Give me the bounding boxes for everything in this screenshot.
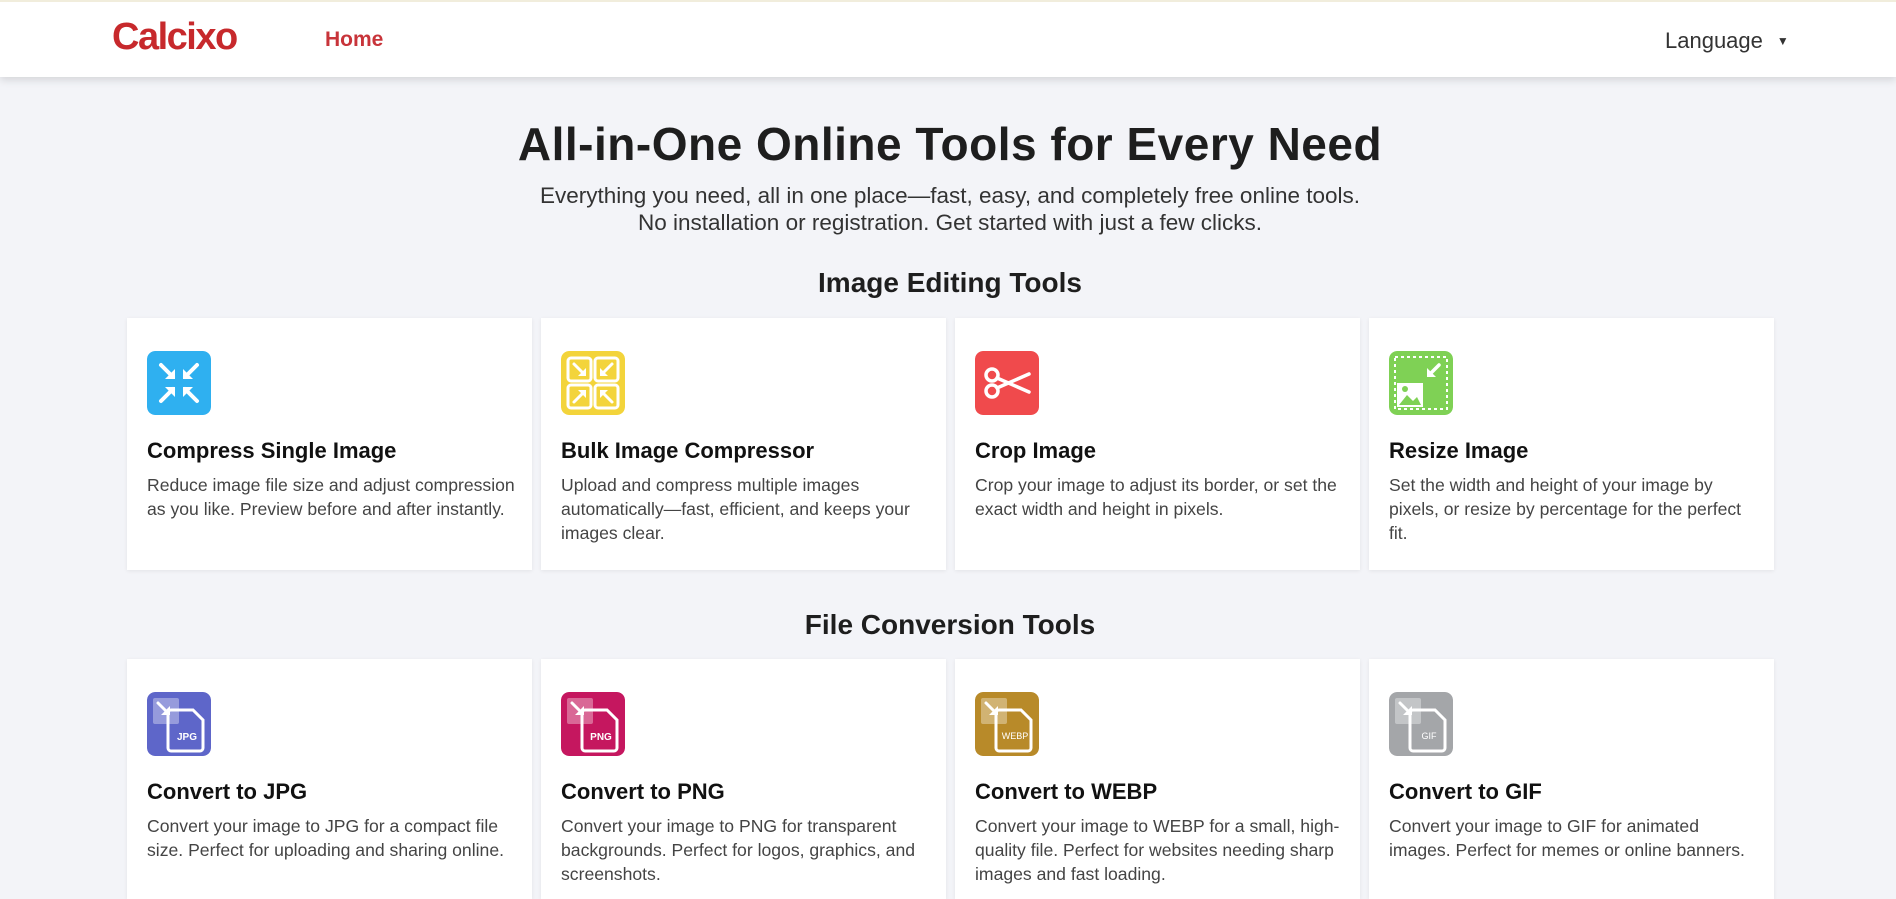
tool-title: Convert to WEBP <box>975 779 1158 804</box>
tool-title: Bulk Image Compressor <box>561 438 815 463</box>
section-title-image-editing: Image Editing Tools <box>818 267 1082 298</box>
tool-description: Convert your image to JPG for a compact … <box>147 816 504 860</box>
page-subtitle: Everything you need, all in one place—fa… <box>0 182 1896 236</box>
tool-title: Convert to PNG <box>561 779 725 804</box>
nav-link-home[interactable]: Home <box>325 28 383 52</box>
svg-text:WEBP: WEBP <box>1002 731 1029 741</box>
tool-description: Set the width and height of your image b… <box>1389 475 1742 543</box>
section-title-file-conversion: File Conversion Tools <box>804 609 1096 640</box>
tool-card-convert-to-jpg[interactable]: JPG Convert to JPG Convert your image to… <box>127 659 532 899</box>
svg-text:GIF: GIF <box>1422 731 1438 741</box>
tool-title: Convert to GIF <box>1389 779 1542 804</box>
tool-card-convert-to-webp[interactable]: WEBP Convert to WEBP Convert your image … <box>955 659 1360 899</box>
subtitle-line-1: Everything you need, all in one place—fa… <box>539 183 1361 208</box>
site-logo[interactable]: Calcixo <box>112 16 238 59</box>
subtitle-line-2: No installation or registration. Get sta… <box>637 210 1262 235</box>
webp-file-icon: WEBP <box>975 692 1039 756</box>
language-label: Language <box>1665 28 1763 53</box>
tool-card-crop-image[interactable]: Crop Image Crop your image to adjust its… <box>955 318 1360 570</box>
tool-card-convert-to-png[interactable]: PNG Convert to PNG Convert your image to… <box>541 659 946 899</box>
svg-text:PNG: PNG <box>590 732 612 743</box>
tool-card-bulk-image-compressor[interactable]: Bulk Image Compressor Upload and compres… <box>541 318 946 570</box>
tool-card-convert-to-gif[interactable]: GIF Convert to GIF Convert your image to… <box>1369 659 1774 899</box>
tool-title: Convert to JPG <box>147 779 308 804</box>
caret-down-icon: ▼ <box>1776 34 1789 48</box>
compress-icon <box>147 351 211 415</box>
svg-text:JPG: JPG <box>177 732 197 743</box>
gif-file-icon: GIF <box>1389 692 1453 756</box>
tool-title: Crop Image <box>975 438 1097 463</box>
language-selector[interactable]: Language ▼ <box>1665 28 1789 54</box>
bulk-compress-icon <box>561 351 625 415</box>
page-title: All-in-One Online Tools for Every Need <box>517 118 1383 170</box>
tool-description: Reduce image file size and adjust compre… <box>147 475 515 519</box>
scissors-icon <box>975 351 1039 415</box>
tool-card-compress-single-image[interactable]: Compress Single Image Reduce image file … <box>127 318 532 570</box>
tool-title: Compress Single Image <box>147 438 397 463</box>
tool-description: Convert your image to PNG for transparen… <box>561 816 916 884</box>
tool-description: Crop your image to adjust its border, or… <box>975 475 1337 519</box>
tool-title: Resize Image <box>1389 438 1529 463</box>
tool-card-resize-image[interactable]: Resize Image Set the width and height of… <box>1369 318 1774 570</box>
tool-description: Convert your image to GIF for animated i… <box>1389 816 1745 860</box>
tool-description: Upload and compress multiple images auto… <box>561 475 910 543</box>
jpg-file-icon: JPG <box>147 692 211 756</box>
png-file-icon: PNG <box>561 692 625 756</box>
tool-description: Convert your image to WEBP for a small, … <box>975 816 1340 884</box>
top-navbar: Calcixo Home Language ▼ <box>0 0 1896 77</box>
resize-image-icon <box>1389 351 1453 415</box>
